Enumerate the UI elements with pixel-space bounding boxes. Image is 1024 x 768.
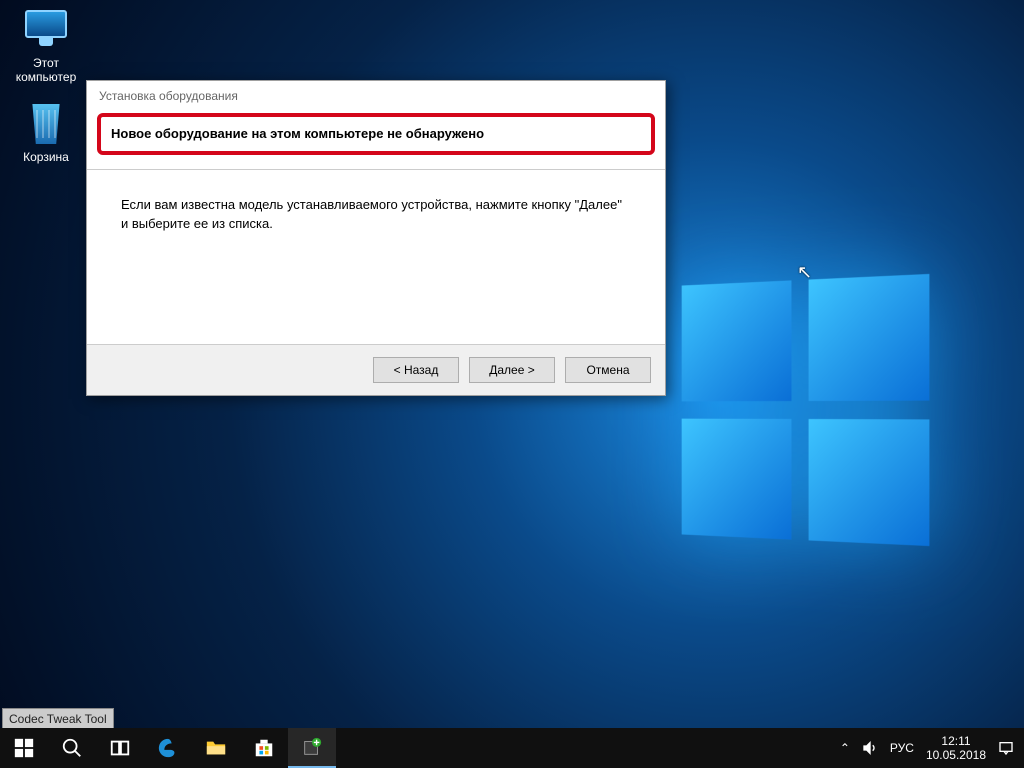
tray-chevron-up-icon[interactable]: ⌃ [840,741,850,755]
action-center-icon[interactable] [998,740,1014,756]
microsoft-store-button[interactable] [240,728,288,768]
box-plus-icon [301,736,323,758]
language-indicator[interactable]: РУС [890,741,914,755]
folder-icon [205,737,227,759]
headline-highlight: Новое оборудование на этом компьютере не… [97,113,655,155]
store-icon [253,737,275,759]
clock[interactable]: 12:11 10.05.2018 [926,734,986,763]
task-view-icon [109,737,131,759]
dialog-footer: < Назад Далее > Отмена [87,344,665,395]
monitor-icon [25,10,67,52]
next-button[interactable]: Далее > [469,357,555,383]
desktop: Этот компьютер Корзина Установка оборудо… [0,0,1024,768]
start-button[interactable] [0,728,48,768]
dialog-headline: Новое оборудование на этом компьютере не… [111,126,484,141]
desktop-icon-recycle-bin[interactable]: Корзина [8,104,84,164]
taskbar: ⌃ РУС 12:11 10.05.2018 [0,728,1024,768]
search-icon [61,737,83,759]
recycle-bin-icon [25,104,67,146]
desktop-icon-label: Этот компьютер [8,56,84,84]
file-explorer-button[interactable] [192,728,240,768]
hardware-install-dialog: Установка оборудования Новое оборудовани… [86,80,666,396]
clock-time: 12:11 [926,734,986,748]
edge-button[interactable] [144,728,192,768]
edge-icon [157,737,179,759]
system-tray: ⌃ РУС 12:11 10.05.2018 [830,734,1024,763]
back-button[interactable]: < Назад [373,357,459,383]
taskbar-tooltip: Codec Tweak Tool [2,708,114,730]
dialog-title: Установка оборудования [87,81,665,107]
windows-logo-wallpaper [682,274,930,546]
clock-date: 10.05.2018 [926,748,986,762]
task-view-button[interactable] [96,728,144,768]
desktop-icon-label: Корзина [8,150,84,164]
cancel-button[interactable]: Отмена [565,357,651,383]
search-button[interactable] [48,728,96,768]
windows-icon [13,737,35,759]
running-app-button[interactable] [288,728,336,768]
dialog-header: Новое оборудование на этом компьютере не… [87,107,665,170]
dialog-body-text: Если вам известна модель устанавливаемог… [87,170,665,344]
volume-icon[interactable] [862,740,878,756]
desktop-icon-this-pc[interactable]: Этот компьютер [8,10,84,84]
